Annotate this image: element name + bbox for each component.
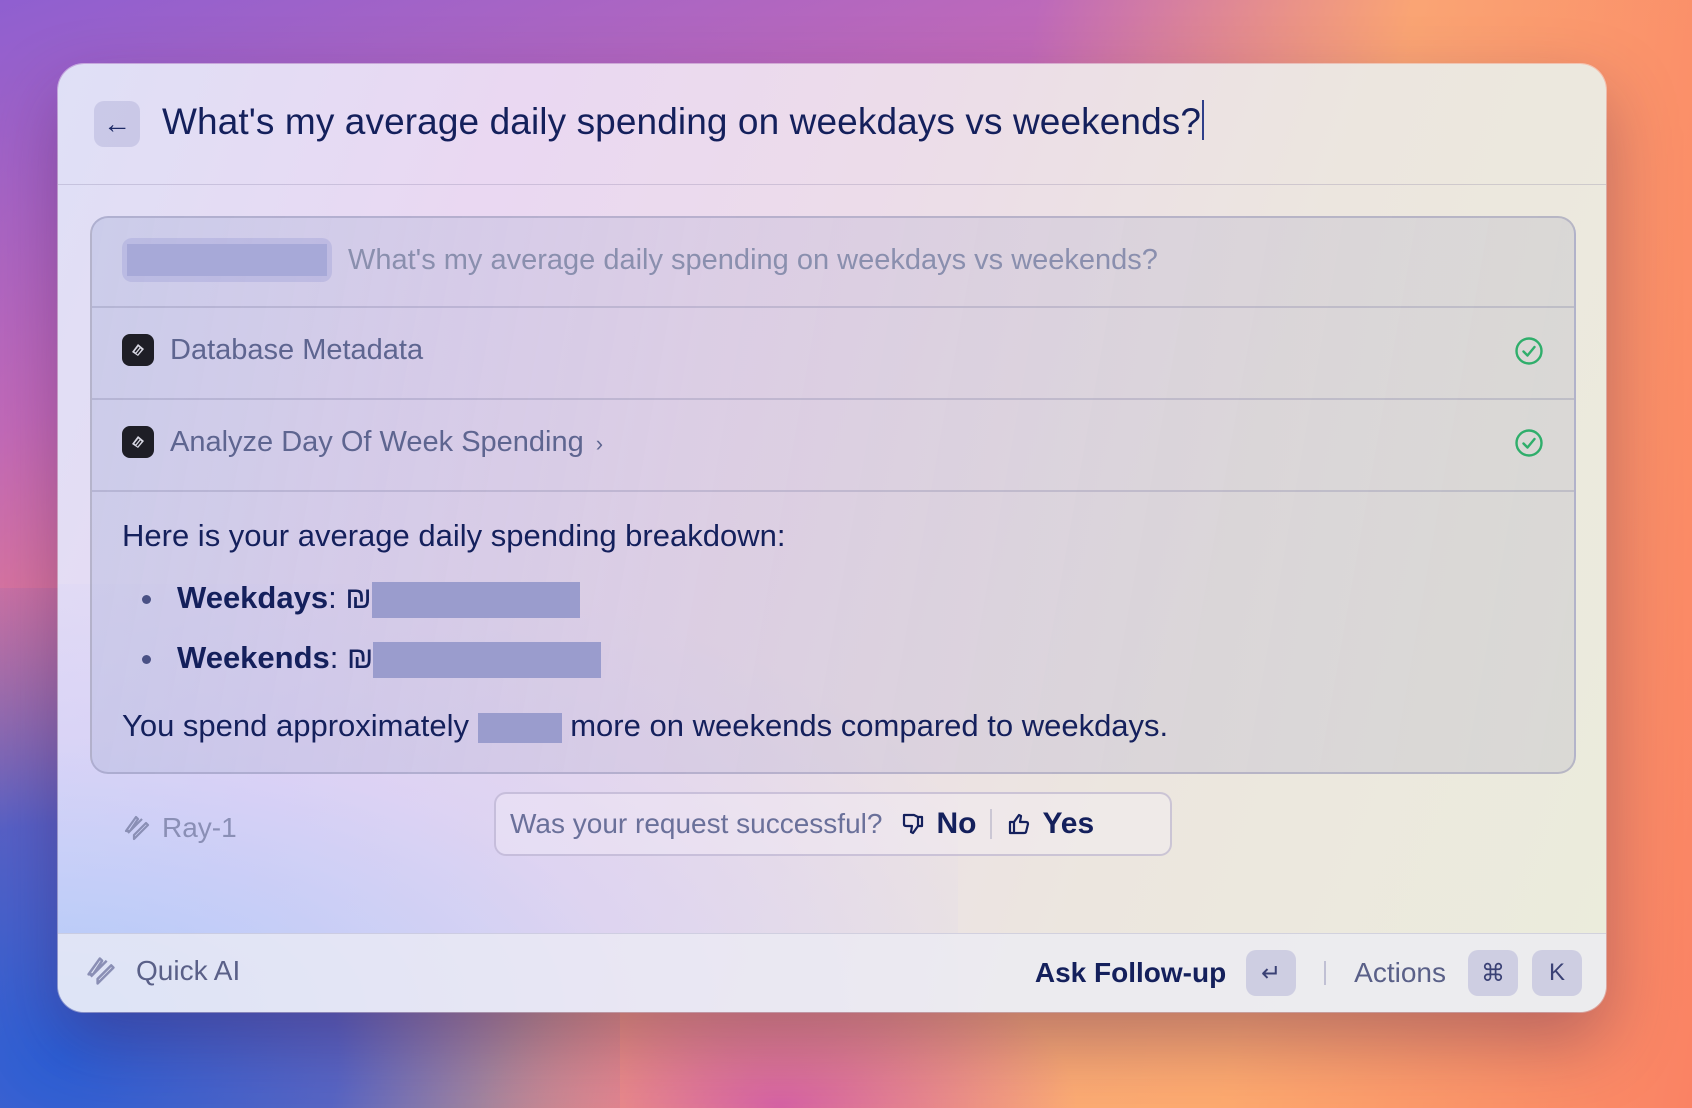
app-name: Quick AI <box>136 955 241 986</box>
tool-extension-icon <box>122 334 154 366</box>
feedback-yes-button[interactable]: Yes <box>1006 807 1094 841</box>
query-input[interactable]: What's my average daily spending on week… <box>162 100 1205 143</box>
user-query-row: What's my average daily spending on week… <box>92 218 1574 308</box>
bullet-label: Weekends <box>177 640 330 675</box>
app-indicator: Quick AI <box>84 954 240 988</box>
bullet-dot <box>142 655 151 665</box>
answer-intro: Here is your average daily spending brea… <box>122 518 786 553</box>
tool-row-analyze-day-of-week[interactable]: Analyze Day Of Week Spending › <box>92 398 1574 492</box>
user-avatar-pill <box>122 238 332 282</box>
answer-outro: You spend approximately more on weekends… <box>122 708 1168 744</box>
ray-logo-icon <box>87 957 115 985</box>
feedback-yes-label: Yes <box>1042 807 1095 840</box>
answer-bullet-weekends: Weekends: ₪ <box>142 640 602 678</box>
footer-bar: Quick AI Ask Follow-up ↵ Actions ⌘ K <box>58 933 1606 1012</box>
query-text: What's my average daily spending on week… <box>162 101 1202 142</box>
check-circle-icon <box>1515 337 1543 365</box>
redacted-value <box>373 641 602 678</box>
actions-button[interactable]: Actions <box>1354 957 1446 989</box>
outro-after: more on weekends compared to weekdays. <box>570 708 1169 743</box>
feedback-question: Was your request successful? <box>510 808 883 839</box>
thumbs-down-icon <box>903 813 924 835</box>
outro-before: You spend approximately <box>122 708 469 743</box>
k-key[interactable]: K <box>1532 950 1582 996</box>
bullet-separator: : <box>328 580 337 615</box>
answer-bullet-weekdays: Weekdays: ₪ <box>142 580 580 618</box>
redacted-value <box>371 581 580 618</box>
feedback-no-button[interactable]: No <box>900 807 976 841</box>
redacted-percentage <box>477 712 562 743</box>
check-circle-icon <box>1515 429 1543 457</box>
bullet-separator: : <box>329 640 339 675</box>
tool-label: Database Metadata <box>170 334 424 366</box>
feedback-divider <box>990 809 993 839</box>
model-name: Ray-1 <box>162 812 237 843</box>
bullet-label: Weekdays <box>177 580 329 615</box>
cmd-key[interactable]: ⌘ <box>1468 950 1518 996</box>
redacted-block <box>127 244 327 276</box>
footer-actions: Ask Follow-up ↵ Actions ⌘ K <box>1035 950 1582 996</box>
arrow-left-icon: ← <box>103 108 131 139</box>
back-button[interactable]: ← <box>94 101 140 147</box>
currency-symbol: ₪ <box>347 640 374 675</box>
thumbs-up-icon <box>1009 813 1030 835</box>
enter-key[interactable]: ↵ <box>1246 950 1297 996</box>
feedback-no-label: No <box>936 807 977 840</box>
tool-extension-icon <box>122 426 154 458</box>
quick-ai-window: ← What's my average daily spending on we… <box>58 64 1606 1012</box>
feedback-bar: Was your request successful? No Yes <box>494 792 1172 856</box>
chevron-right-icon[interactable]: › <box>596 431 603 456</box>
response-panel: What's my average daily spending on week… <box>90 216 1576 774</box>
bullet-dot <box>142 595 151 605</box>
ask-follow-up-button[interactable]: Ask Follow-up <box>1035 957 1226 989</box>
text-caret <box>1202 100 1205 140</box>
model-indicator: Ray-1 <box>122 812 237 844</box>
user-query-text: What's my average daily spending on week… <box>348 244 1158 276</box>
footer-divider <box>1324 961 1327 985</box>
ray-logo-icon <box>124 815 150 841</box>
tool-label-text: Analyze Day Of Week Spending <box>170 426 584 458</box>
search-header: ← What's my average daily spending on we… <box>58 64 1606 185</box>
tool-row-database-metadata[interactable]: Database Metadata <box>92 306 1574 400</box>
currency-symbol: ₪ <box>345 580 372 615</box>
tool-label: Analyze Day Of Week Spending › <box>170 426 603 459</box>
